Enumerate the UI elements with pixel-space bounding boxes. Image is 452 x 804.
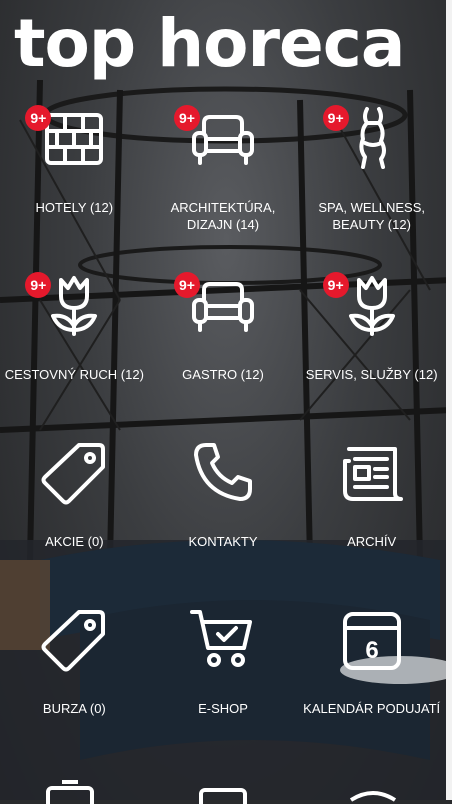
tile-label: E-SHOP bbox=[198, 701, 248, 716]
tile-label: GASTRO (12) bbox=[182, 367, 264, 382]
notification-badge: 9+ bbox=[322, 105, 349, 131]
tile-gastro[interactable]: 9+ GASTRO (12) bbox=[149, 262, 298, 429]
tile-label: AKCIE (0) bbox=[45, 534, 104, 549]
tile-label: KONTAKTY bbox=[188, 534, 258, 549]
app-logo: top horeca bbox=[14, 5, 405, 82]
tile-cestovny-ruch[interactable]: 9+ CESTOVNÝ RUCH (12) bbox=[0, 262, 149, 429]
tile-burza[interactable]: BURZA (0) bbox=[0, 596, 149, 763]
notification-badge: 9+ bbox=[322, 272, 349, 298]
calendar-icon: 6 bbox=[342, 612, 401, 670]
tile-e-shop[interactable]: E-SHOP bbox=[149, 596, 298, 763]
newspaper-icon bbox=[342, 447, 403, 501]
partial-row-icon bbox=[349, 791, 397, 802]
partial-row-icon bbox=[46, 780, 94, 804]
tile-kalendar-podujati[interactable]: 6 KALENDÁR PODUJATÍ bbox=[297, 596, 446, 763]
tile-servis-sluzby[interactable]: 9+ SERVIS, SLUŽBY (12) bbox=[297, 262, 446, 429]
shopping-cart-icon bbox=[189, 610, 252, 667]
tile-label: SPA, WELLNESS, BEAUTY (12) bbox=[318, 200, 425, 232]
notification-badge: 9+ bbox=[173, 272, 200, 298]
category-grid: 9+ HOTELY (12) 9+ ARCHITEKTÚRA, DIZAJN (… bbox=[0, 95, 446, 763]
tile-label: SERVIS, SLUŽBY (12) bbox=[305, 367, 438, 382]
tile-label: HOTELY (12) bbox=[35, 200, 114, 215]
tile-hotely[interactable]: 9+ HOTELY (12) bbox=[0, 95, 149, 262]
tile-label: BURZA (0) bbox=[42, 701, 106, 716]
price-tag-icon bbox=[41, 610, 106, 672]
tile-spa-wellness[interactable]: 9+ SPA, WELLNESS, BEAUTY (12) bbox=[297, 95, 446, 262]
tile-archiv[interactable]: ARCHÍV bbox=[297, 429, 446, 596]
calendar-day: 6 bbox=[365, 637, 378, 664]
tile-architektura[interactable]: 9+ ARCHITEKTÚRA, DIZAJN (14) bbox=[149, 95, 298, 262]
tile-kontakty[interactable]: KONTAKTY bbox=[149, 429, 298, 596]
phone-icon bbox=[193, 443, 252, 501]
partial-row-icon bbox=[199, 788, 247, 804]
tile-label: KALENDÁR PODUJATÍ bbox=[303, 701, 441, 716]
tile-label: ARCHÍV bbox=[347, 534, 397, 549]
tile-label: ARCHITEKTÚRA, DIZAJN (14) bbox=[170, 200, 276, 232]
tile-label: CESTOVNÝ RUCH (12) bbox=[4, 367, 144, 382]
notification-badge: 9+ bbox=[173, 105, 200, 131]
tile-akcie[interactable]: AKCIE (0) bbox=[0, 429, 149, 596]
screen-edge bbox=[446, 0, 452, 800]
price-tag-icon bbox=[41, 443, 106, 505]
